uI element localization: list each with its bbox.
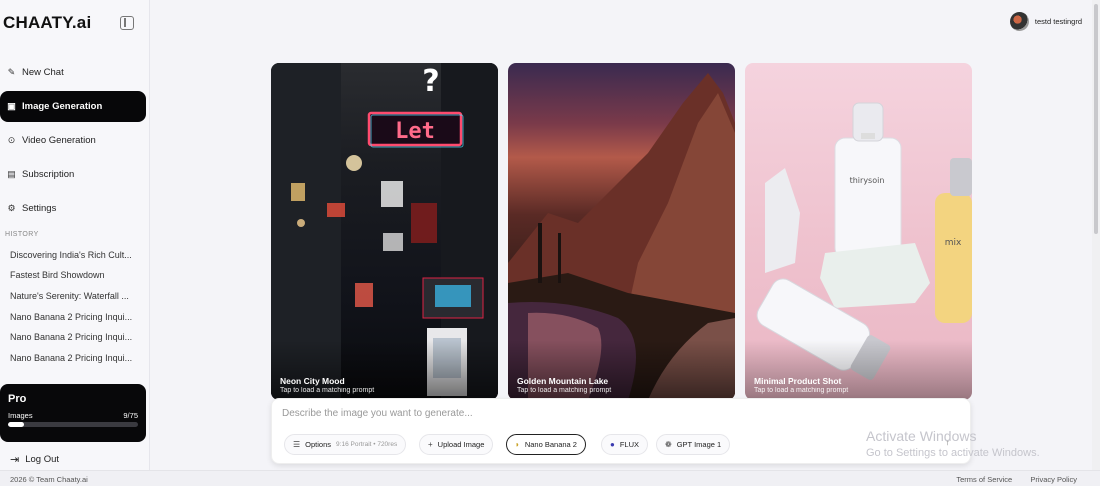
- terms-link[interactable]: Terms of Service: [956, 475, 1012, 484]
- model-gpt-image-1[interactable]: ❁ GPT Image 1: [656, 434, 731, 455]
- upload-image-label: Upload Image: [437, 440, 485, 449]
- prompt-input[interactable]: [282, 408, 882, 419]
- history-item[interactable]: Discovering India's Rich Cult...: [10, 250, 138, 260]
- sidebar-item-label: Video Generation: [22, 135, 96, 146]
- bottle-label: thirysoin: [850, 176, 885, 185]
- card-title: Minimal Product Shot: [754, 376, 842, 386]
- sidebar-item-image-generation[interactable]: ▣ Image Generation: [0, 91, 146, 122]
- watermark-line-1: Activate Windows: [866, 428, 977, 444]
- edit-icon: ✎: [7, 67, 16, 77]
- sidebar-item-settings[interactable]: ⚙ Settings: [0, 193, 146, 224]
- bottle-label: mix: [945, 238, 962, 248]
- sidebar-item-new-chat[interactable]: ✎ New Chat: [0, 57, 146, 88]
- options-detail: 9:16 Portrait • 720res: [336, 441, 398, 448]
- copyright: 2026 © Team Chaaty.ai: [10, 475, 88, 484]
- history-label: HISTORY: [5, 231, 39, 238]
- footer: 2026 © Team Chaaty.ai Terms of Service P…: [0, 470, 1100, 486]
- plan-usage-bar: [8, 422, 138, 427]
- model-flux[interactable]: ● FLUX: [601, 434, 649, 455]
- sidebar: CHAATY.ai ✎ New Chat ▣ Image Generation …: [0, 0, 150, 470]
- avatar: [1009, 12, 1029, 31]
- history-item[interactable]: Nature's Serenity: Waterfall ...: [10, 291, 138, 301]
- receipt-icon: ▤: [7, 169, 16, 179]
- sidebar-collapse-icon[interactable]: [120, 16, 134, 30]
- model-label: FLUX: [619, 440, 640, 449]
- plan-usage-label: Images: [8, 411, 33, 420]
- plan-usage-fill: [8, 422, 24, 427]
- card-subtitle: Tap to load a matching prompt: [280, 387, 375, 394]
- openai-icon: ❁: [665, 440, 672, 449]
- template-card-neon-city[interactable]: ? Let Neon City Mood Tap to load a match…: [271, 63, 498, 400]
- card-title: Golden Mountain Lake: [517, 376, 609, 386]
- logout-label: Log Out: [25, 454, 60, 465]
- upload-image-button[interactable]: + Upload Image: [419, 434, 494, 455]
- sidebar-item-label: Settings: [22, 203, 57, 214]
- plan-usage-count: 9/75: [123, 411, 138, 420]
- play-icon: ⊙: [7, 135, 16, 145]
- banana-icon: ◗: [515, 440, 520, 449]
- history-item[interactable]: Nano Banana 2 Pricing Inqui...: [10, 353, 138, 363]
- scrollbar-thumb[interactable]: [1094, 4, 1098, 234]
- user-name: testd testingrd: [1034, 17, 1082, 26]
- sidebar-item-label: New Chat: [22, 67, 64, 78]
- options-label: Options: [305, 440, 332, 449]
- card-subtitle: Tap to load a matching prompt: [754, 387, 849, 394]
- privacy-link[interactable]: Privacy Policy: [1030, 475, 1077, 484]
- card-title: Neon City Mood: [280, 376, 345, 386]
- page-scrollbar[interactable]: [1092, 0, 1100, 470]
- sliders-icon: ☰: [293, 440, 301, 449]
- gear-icon: ⚙: [7, 203, 16, 213]
- user-menu[interactable]: testd testingrd: [1009, 12, 1082, 31]
- logout-button[interactable]: ⇥ Log Out: [10, 453, 59, 466]
- history-item[interactable]: Nano Banana 2 Pricing Inqui...: [10, 312, 138, 322]
- plan-card[interactable]: Pro Images 9/75: [0, 384, 146, 442]
- sidebar-item-video-generation[interactable]: ⊙ Video Generation: [0, 125, 146, 156]
- logout-icon: ⇥: [10, 454, 20, 466]
- options-button[interactable]: ☰ Options 9:16 Portrait • 720res: [284, 434, 407, 455]
- watermark-line-2: Go to Settings to activate Windows.: [866, 447, 1040, 459]
- sidebar-item-label: Subscription: [22, 169, 75, 180]
- plan-name: Pro: [8, 393, 27, 405]
- image-icon: ▣: [7, 101, 16, 111]
- sidebar-item-label: Image Generation: [22, 101, 103, 112]
- model-label: Nano Banana 2: [524, 440, 577, 449]
- history-item[interactable]: Fastest Bird Showdown: [10, 270, 138, 280]
- model-nano-banana-2[interactable]: ◗ Nano Banana 2: [506, 434, 586, 455]
- template-card-golden-mountain[interactable]: Golden Mountain Lake Tap to load a match…: [508, 63, 735, 400]
- model-label: GPT Image 1: [676, 440, 722, 449]
- neon-sign-text: Let: [395, 119, 435, 144]
- template-card-minimal-product[interactable]: thirysoin mix Minimal Product Shot Tap t…: [745, 63, 972, 400]
- brand-logo[interactable]: CHAATY.ai: [3, 13, 91, 33]
- windows-activation-watermark: Activate Windows Go to Settings to activ…: [866, 428, 1040, 459]
- card-subtitle: Tap to load a matching prompt: [517, 387, 612, 394]
- history-item[interactable]: Nano Banana 2 Pricing Inqui...: [10, 332, 138, 342]
- plus-icon: +: [428, 440, 433, 449]
- sidebar-item-subscription[interactable]: ▤ Subscription: [0, 159, 146, 190]
- flux-icon: ●: [610, 440, 615, 449]
